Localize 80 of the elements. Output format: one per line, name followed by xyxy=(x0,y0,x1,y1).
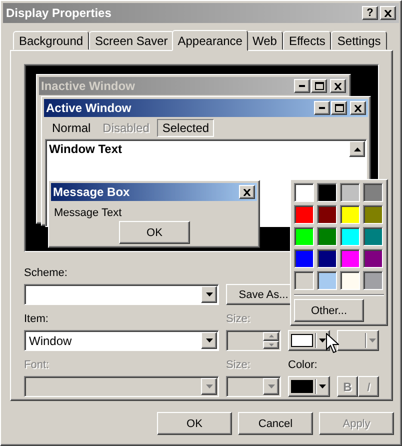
menu-item[interactable]: Selected xyxy=(157,119,214,137)
caret-icon xyxy=(206,292,212,297)
color-swatch[interactable] xyxy=(294,271,314,290)
dropdown-button[interactable] xyxy=(201,332,217,349)
close-button[interactable] xyxy=(350,101,366,115)
caret-icon xyxy=(268,342,274,347)
caret-icon xyxy=(206,338,212,343)
menu-item[interactable]: Normal xyxy=(48,120,95,136)
dialog-button[interactable]: OK xyxy=(157,412,232,435)
message-text: Message Text xyxy=(53,206,123,221)
tab[interactable]: Screen Saver xyxy=(89,31,174,50)
item-value: Window xyxy=(28,334,73,348)
window-title: Inactive Window xyxy=(41,79,136,93)
size-label: Size: xyxy=(226,313,252,325)
color-swatch[interactable] xyxy=(363,271,383,290)
close-icon xyxy=(334,82,342,90)
mouse-cursor-icon xyxy=(326,333,339,353)
close-button[interactable] xyxy=(380,6,396,20)
color-swatch[interactable] xyxy=(340,271,360,290)
font-label: Font: xyxy=(24,359,50,371)
maximize-button[interactable] xyxy=(331,101,347,115)
dialog-button[interactable]: Cancel xyxy=(238,412,313,435)
color-swatch[interactable] xyxy=(317,227,337,246)
color-swatch[interactable] xyxy=(317,183,337,202)
color-swatch[interactable] xyxy=(317,249,337,268)
ok-button[interactable]: OK xyxy=(119,221,190,244)
tab[interactable]: Background xyxy=(13,31,90,50)
maximize-icon xyxy=(334,104,344,112)
other-button[interactable]: Other... xyxy=(294,299,364,322)
caret-icon xyxy=(319,338,326,343)
scheme-label: Scheme: xyxy=(24,267,68,279)
close-button[interactable] xyxy=(239,185,255,199)
color-swatch[interactable] xyxy=(294,249,314,268)
color-swatch[interactable] xyxy=(294,227,314,246)
window-title: Message Box xyxy=(53,185,131,199)
color-swatch[interactable] xyxy=(317,271,337,290)
minimize-button[interactable] xyxy=(314,101,330,115)
item-label: Item: xyxy=(24,313,50,325)
item-dropdown[interactable]: Window xyxy=(24,330,219,351)
maximize-button[interactable] xyxy=(311,79,327,93)
tab[interactable]: Settings xyxy=(331,31,387,50)
maximize-icon xyxy=(314,82,324,90)
dropdown-button[interactable] xyxy=(201,286,217,303)
window-title: Active Window xyxy=(46,101,132,115)
minimize-icon xyxy=(299,85,305,87)
size-label: Size: xyxy=(226,359,252,371)
caret-icon xyxy=(206,384,212,389)
color-swatch[interactable] xyxy=(340,227,360,246)
color-picker-button[interactable] xyxy=(288,376,330,397)
window-text: Window Text xyxy=(49,142,122,156)
close-icon xyxy=(354,104,362,112)
color-swatch[interactable] xyxy=(340,205,360,224)
close-button[interactable] xyxy=(330,79,346,93)
minimize-icon xyxy=(319,107,325,109)
color-swatch[interactable] xyxy=(340,249,360,268)
close-icon xyxy=(384,10,392,16)
caret-icon xyxy=(319,384,326,389)
tab[interactable]: Appearance xyxy=(172,30,248,51)
color-swatch[interactable] xyxy=(363,183,383,202)
color-swatch[interactable] xyxy=(363,227,383,246)
caret-icon xyxy=(369,338,376,343)
color-swatch[interactable] xyxy=(363,205,383,224)
up-arrow-icon xyxy=(354,146,360,152)
color-swatch[interactable] xyxy=(294,205,314,224)
minimize-button[interactable] xyxy=(294,79,310,93)
color-swatch[interactable] xyxy=(340,183,360,202)
color-picker-button[interactable] xyxy=(288,330,330,351)
color-swatch[interactable] xyxy=(294,183,314,202)
tab[interactable]: Effects xyxy=(282,31,332,50)
color-label: Color: xyxy=(288,359,318,371)
color-swatch[interactable] xyxy=(317,205,337,224)
color-swatch[interactable] xyxy=(363,249,383,268)
close-icon xyxy=(243,188,251,196)
scheme-dropdown[interactable] xyxy=(24,284,219,305)
help-button[interactable]: ? xyxy=(362,6,378,20)
caret-icon xyxy=(268,384,274,389)
tab[interactable]: Web xyxy=(246,31,283,50)
window-title: Display Properties xyxy=(6,6,112,20)
scroll-up-button[interactable] xyxy=(349,141,365,157)
up-arrow-icon xyxy=(268,334,274,338)
